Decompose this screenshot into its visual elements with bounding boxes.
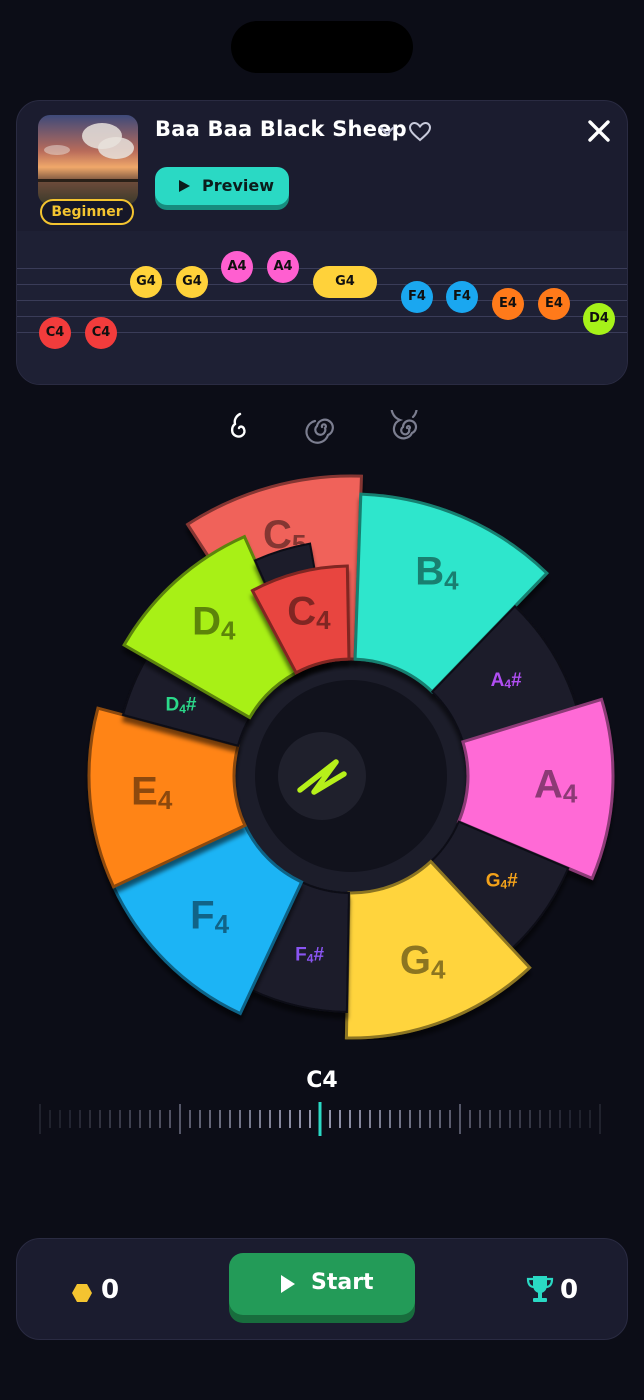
start-button[interactable]: Start [229,1253,415,1315]
sequence-note: G4 [176,266,208,298]
sequence-note: C4 [85,317,117,349]
sequence-note: D4 [583,303,615,335]
note-staff: C4 C4 G4 G4 A4 A4 G4 F4 F4 E4 E4 D4 [17,231,627,384]
chevron-down-icon[interactable] [377,121,397,141]
dynamic-island [231,21,413,73]
sequence-note: A4 [267,251,299,283]
sequence-note: C4 [39,317,71,349]
spiral-small-icon[interactable] [222,410,256,444]
coin-icon [72,1284,92,1302]
trophy-count: 0 [560,1275,579,1305]
sequence-note: G4 [313,266,377,298]
trophy-icon [526,1276,554,1302]
sequence-note: F4 [446,281,478,313]
sequence-note: G4 [130,266,162,298]
play-icon [179,180,190,192]
sequence-note: A4 [221,251,253,283]
play-icon [281,1275,295,1293]
sequence-note: F4 [401,281,433,313]
coin-count: 0 [101,1275,120,1305]
preview-button[interactable]: Preview [155,167,289,205]
current-note-label: C4 [306,1068,338,1093]
spiral-large-icon[interactable] [390,410,424,444]
spiral-medium-icon[interactable] [305,410,339,444]
sequence-note: E4 [538,288,570,320]
difficulty-badge: Beginner [40,199,134,225]
bottom-bar: 0 Start 0 [16,1238,628,1340]
note-wheel[interactable]: C5B4A4#A4G4#G4F4#F4E4D4#D4C4#C4 [0,470,644,1040]
song-cover-image [38,115,138,205]
close-icon[interactable] [585,117,613,145]
preview-button-label: Preview [202,176,275,195]
heart-icon[interactable] [408,120,432,144]
sequence-note: E4 [492,288,524,320]
song-card: Beginner Baa Baa Black Sheep Preview C4 C… [16,100,628,385]
start-button-label: Start [311,1270,374,1295]
song-title[interactable]: Baa Baa Black Sheep [155,117,407,141]
pitch-ruler [39,1102,601,1136]
